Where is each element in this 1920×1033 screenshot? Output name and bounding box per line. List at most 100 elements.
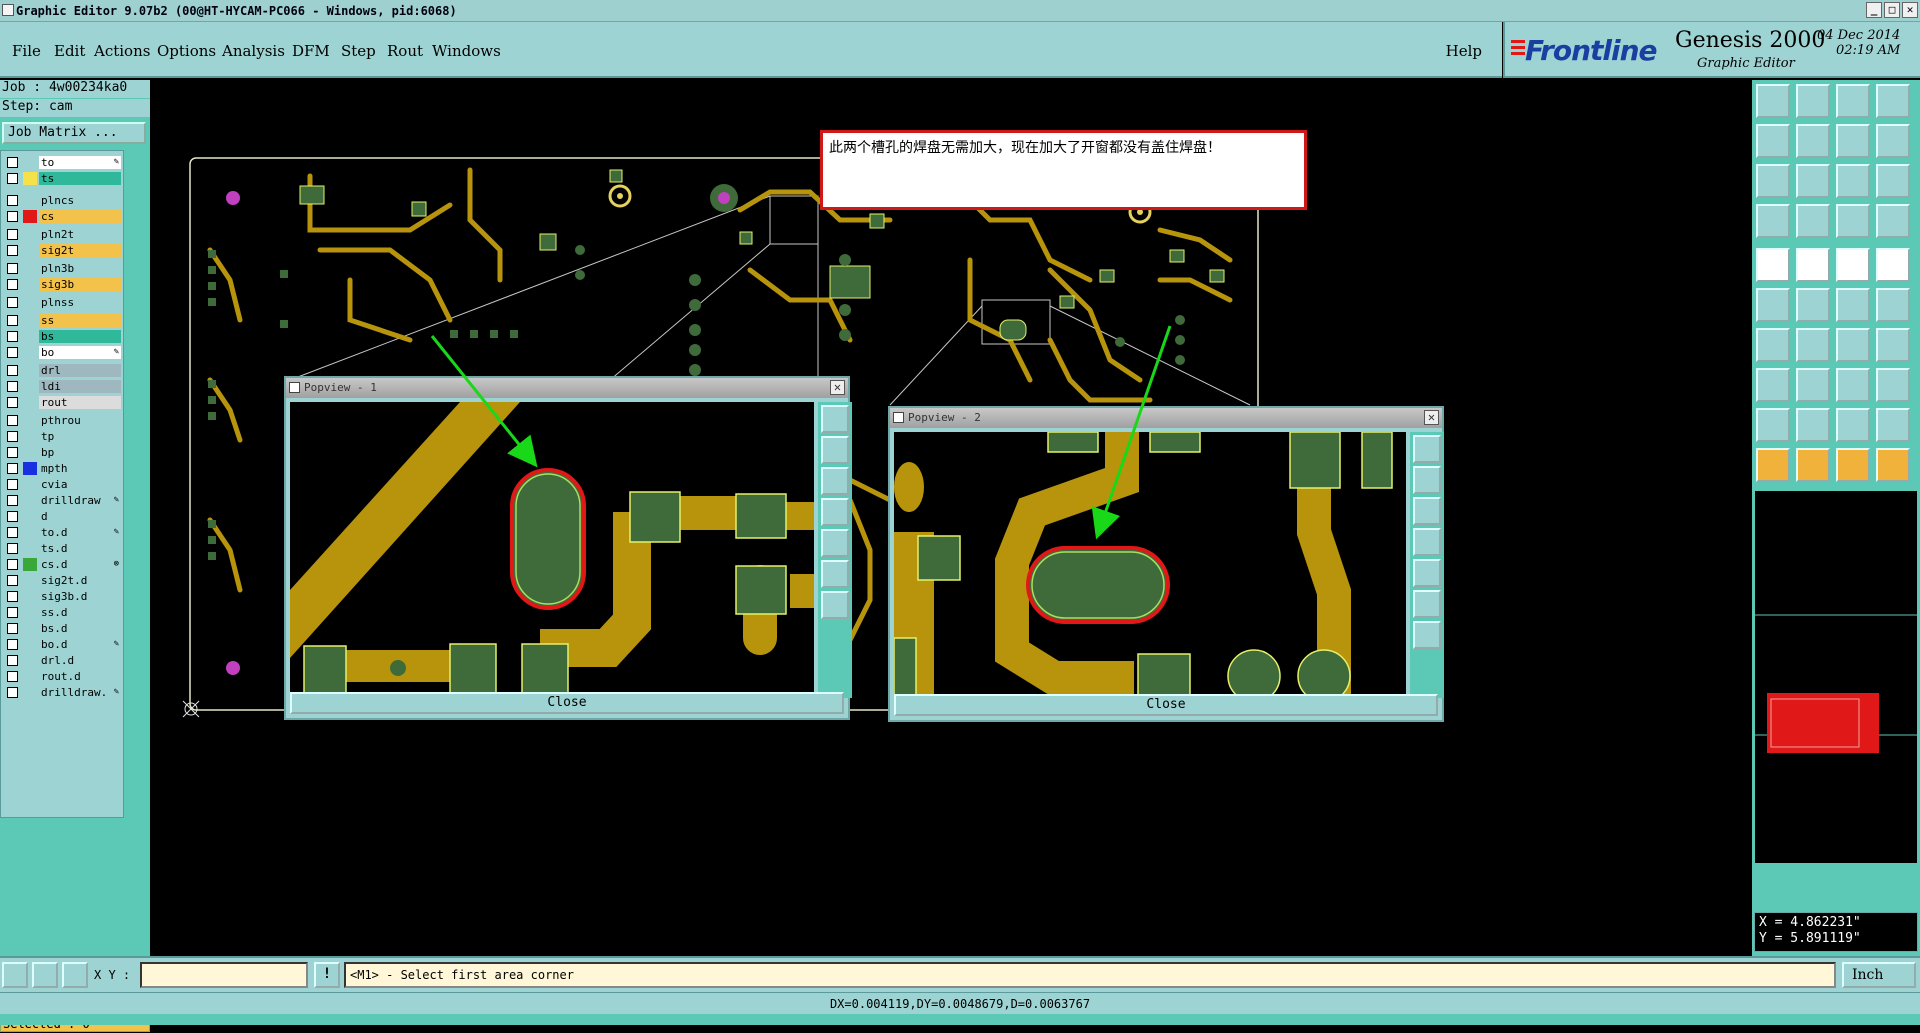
window-menu-icon[interactable]	[893, 412, 904, 423]
layer-checkbox[interactable]	[7, 607, 18, 618]
layer-checkbox[interactable]	[7, 479, 18, 490]
zoom-fit-icon[interactable]	[821, 405, 849, 433]
layer-name[interactable]: drl.d	[39, 654, 121, 667]
scale-icon[interactable]	[1836, 164, 1870, 198]
layer-row[interactable]: to ✎	[3, 155, 123, 169]
text-a-line-icon[interactable]	[1876, 408, 1910, 442]
zoom-fit-icon[interactable]	[1413, 435, 1441, 463]
layer-name[interactable]: bs.d	[39, 622, 121, 635]
layer-row[interactable]: rout	[3, 395, 123, 409]
align-icon[interactable]	[1876, 328, 1910, 362]
zoom-window-icon[interactable]	[2, 962, 28, 988]
layer-name[interactable]: bp	[39, 446, 121, 459]
layer-name[interactable]: drl	[39, 364, 121, 377]
net-select-icon[interactable]	[1756, 288, 1790, 322]
save-icon[interactable]	[1796, 84, 1830, 118]
layer-row[interactable]: drilldraw ✎	[3, 493, 123, 507]
center-icon[interactable]	[1836, 368, 1870, 402]
layer-name[interactable]: pthrou	[39, 414, 121, 427]
layer-checkbox[interactable]	[7, 543, 18, 554]
select-step-icon[interactable]	[1876, 448, 1910, 482]
triangle-icon[interactable]	[1756, 408, 1790, 442]
layer-name[interactable]: ts	[39, 172, 121, 185]
measure-angle-icon[interactable]	[32, 962, 58, 988]
menu-edit[interactable]: Edit	[54, 42, 85, 60]
close-window-button[interactable]: ✕	[1902, 2, 1918, 18]
layer-row[interactable]: plncs	[3, 193, 123, 207]
script-icon[interactable]	[1876, 124, 1910, 158]
layer-row[interactable]: cs	[3, 209, 123, 223]
layer-name[interactable]: d	[39, 510, 121, 523]
menu-step[interactable]: Step	[341, 42, 376, 60]
layer-row[interactable]: ldi	[3, 379, 123, 393]
layer-row[interactable]: bs.d	[3, 621, 123, 635]
zoom-out-icon[interactable]	[821, 560, 849, 588]
layer-row[interactable]: sig3b.d	[3, 589, 123, 603]
select-net-icon[interactable]	[1836, 448, 1870, 482]
graphic-canvas[interactable]: 此两个槽孔的焊盘无需加大，现在加大了开窗都没有盖住焊盘！ Popview - 1…	[150, 80, 1750, 956]
layer-name[interactable]: pln3b	[39, 262, 121, 275]
layer-name[interactable]: bs	[39, 330, 121, 343]
layer-checkbox[interactable]	[7, 463, 18, 474]
layer-row[interactable]: ss	[3, 313, 123, 327]
layer-checkbox[interactable]	[7, 639, 18, 650]
minimize-button[interactable]: _	[1866, 2, 1882, 18]
layer-row[interactable]: drl.d	[3, 653, 123, 667]
select-arrow-icon[interactable]	[1756, 448, 1790, 482]
help-icon[interactable]	[1876, 164, 1910, 198]
popview-1-view[interactable]	[290, 402, 814, 698]
layer-checkbox[interactable]	[7, 195, 18, 206]
layer-checkbox[interactable]	[7, 263, 18, 274]
layer-name[interactable]: cvia	[39, 478, 121, 491]
popview-1-titlebar[interactable]: Popview - 1 ✕	[286, 378, 848, 398]
undo-icon[interactable]	[1756, 124, 1790, 158]
overview-panel[interactable]	[1754, 490, 1919, 864]
xy-input[interactable]	[140, 962, 308, 988]
layer-name[interactable]: cs	[39, 210, 121, 223]
horizontal-line-icon[interactable]	[1796, 368, 1830, 402]
layer-row[interactable]: ss.d	[3, 605, 123, 619]
grid-toggle-icon[interactable]	[62, 962, 88, 988]
arc-icon[interactable]	[1836, 328, 1870, 362]
pad-tool-icon[interactable]	[1756, 248, 1790, 282]
menu-file[interactable]: File	[12, 42, 41, 60]
copy-icon[interactable]	[1876, 368, 1910, 402]
layer-name[interactable]: bo.d ✎	[39, 638, 121, 651]
layer-name[interactable]: pln2t	[39, 228, 121, 241]
layer-checkbox[interactable]	[7, 655, 18, 666]
circle-tool-icon[interactable]	[1876, 248, 1910, 282]
layer-checkbox[interactable]	[7, 591, 18, 602]
layer-checkbox[interactable]	[7, 157, 18, 168]
layer-row[interactable]: rout.d	[3, 669, 123, 683]
layer-checkbox[interactable]	[7, 331, 18, 342]
layer-checkbox[interactable]	[7, 687, 18, 698]
layer-checkbox[interactable]	[7, 527, 18, 538]
layer-checkbox[interactable]	[7, 415, 18, 426]
layer-name[interactable]: sig3b.d	[39, 590, 121, 603]
layer-checkbox[interactable]	[7, 245, 18, 256]
layer-name[interactable]: cs.d ⊗	[39, 558, 121, 571]
units-selector[interactable]: Inch	[1842, 962, 1916, 988]
popview-1-close-icon[interactable]: ✕	[830, 380, 845, 395]
layer-name[interactable]: plnss	[39, 296, 121, 309]
netlist-icon[interactable]	[1876, 204, 1910, 238]
layer-row[interactable]: tp	[3, 429, 123, 443]
text-a-red-icon[interactable]	[1836, 408, 1870, 442]
pan-left-icon[interactable]	[821, 498, 849, 526]
job-matrix-button[interactable]: Job Matrix ...	[2, 122, 146, 144]
maximize-button[interactable]: □	[1884, 2, 1900, 18]
zoom-out-icon[interactable]	[1413, 590, 1441, 618]
layer-row[interactable]: plnss	[3, 295, 123, 309]
exclamation-button[interactable]: !	[314, 962, 340, 988]
pan-up-icon[interactable]	[1413, 466, 1441, 494]
layer-checkbox[interactable]	[7, 671, 18, 682]
layer-row[interactable]: pln3b	[3, 261, 123, 275]
layer-name[interactable]: drilldraw ✎	[39, 494, 121, 507]
pad-edit-icon[interactable]	[1756, 368, 1790, 402]
layer-row[interactable]: sig2t.d	[3, 573, 123, 587]
pan-right-icon[interactable]	[1413, 559, 1441, 587]
layer-name[interactable]: bo ✎	[39, 346, 121, 359]
pan-down-icon[interactable]	[1413, 497, 1441, 525]
layer-checkbox[interactable]	[7, 347, 18, 358]
layer-row[interactable]: drl	[3, 363, 123, 377]
